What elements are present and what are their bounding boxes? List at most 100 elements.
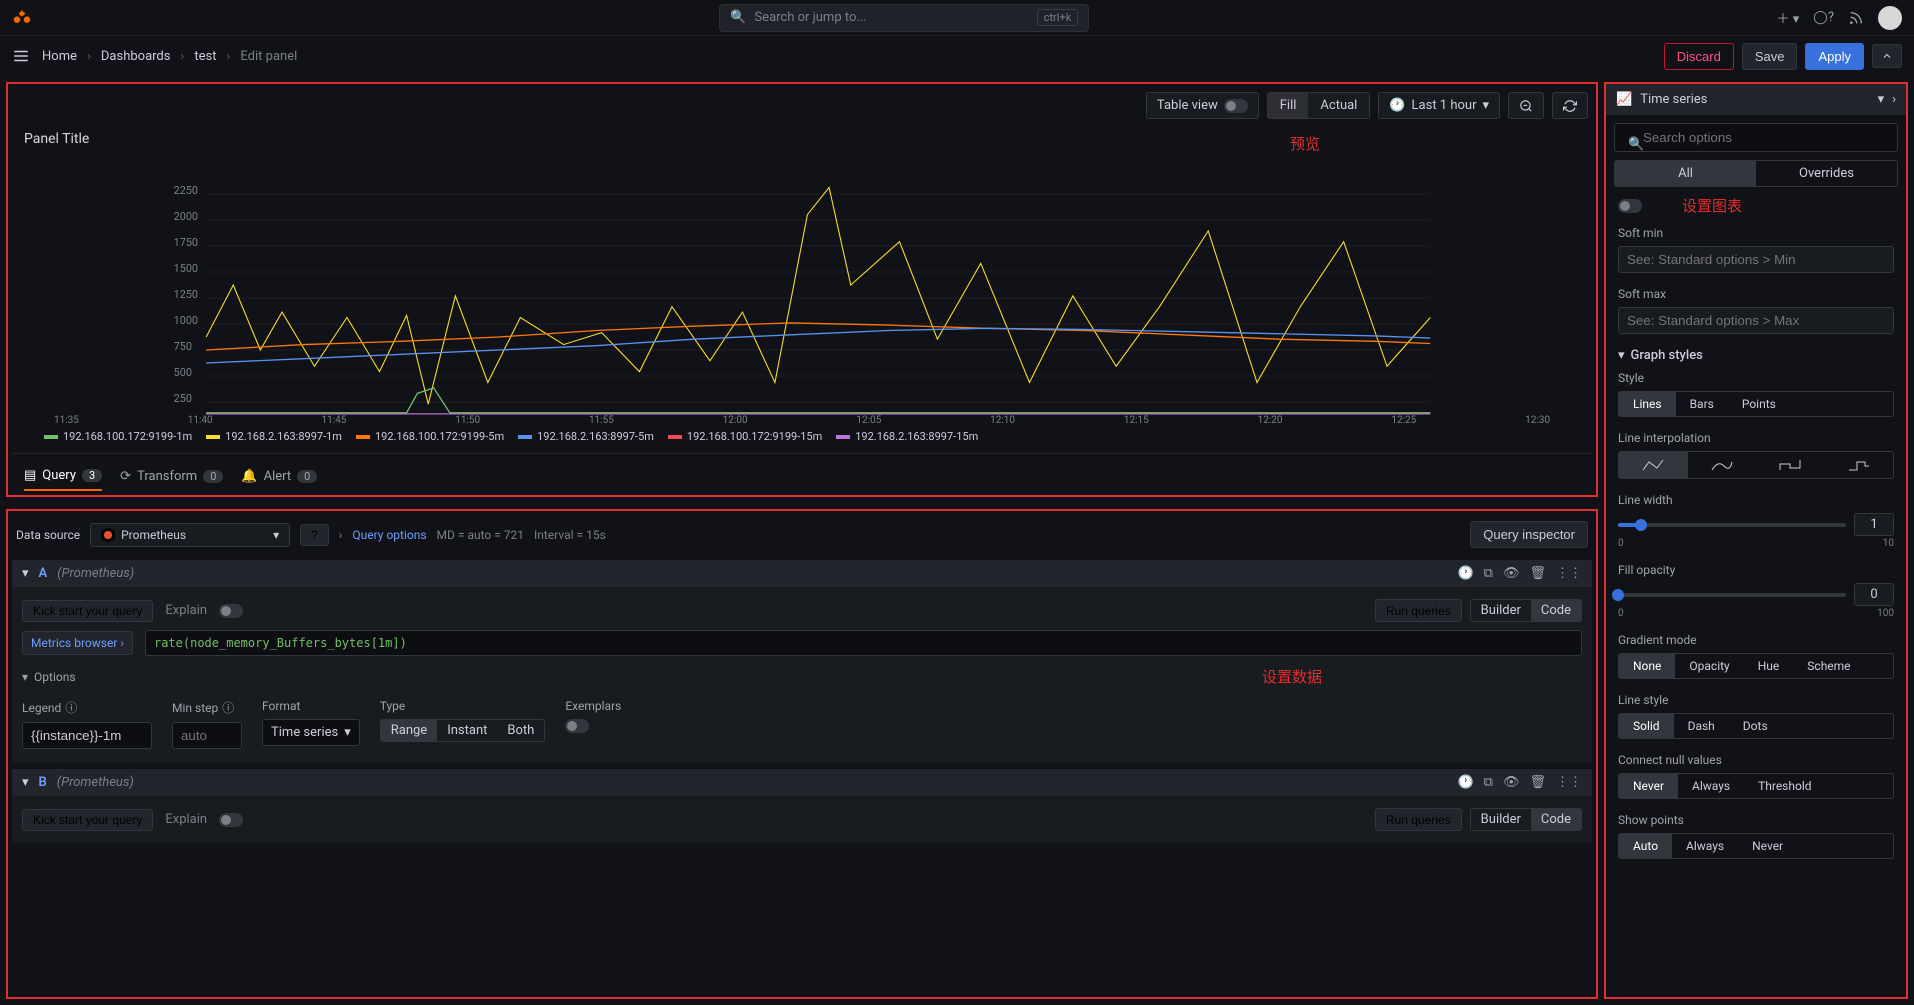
datasource-select[interactable]: Prometheus ▾ [90, 523, 290, 547]
user-avatar[interactable] [1878, 6, 1902, 30]
refresh-button[interactable] [1552, 92, 1588, 119]
explain-toggle[interactable] [219, 604, 243, 618]
style-points[interactable]: Points [1728, 392, 1790, 416]
clock-icon[interactable]: 🕐 [1457, 775, 1473, 790]
kickstart-button-b[interactable]: Kick start your query [22, 809, 153, 831]
info-icon[interactable]: ⓘ [222, 699, 234, 716]
format-select[interactable]: Time series▾ [262, 719, 360, 746]
eye-icon[interactable]: 👁 [1503, 566, 1520, 581]
query-letter-a[interactable]: A [39, 566, 48, 581]
tab-alert[interactable]: 🔔 Alert 0 [241, 462, 317, 491]
soft-max-input[interactable] [1618, 307, 1894, 334]
copy-icon[interactable]: ⧉ [1484, 566, 1493, 581]
options-search-input[interactable] [1614, 123, 1898, 152]
chevron-right-icon[interactable]: › [1892, 92, 1896, 107]
showpoints-auto[interactable]: Auto [1619, 834, 1672, 858]
tab-transform[interactable]: ⟳ Transform 0 [120, 462, 223, 491]
minstep-input[interactable] [172, 722, 242, 749]
table-view-toggle[interactable]: Table view [1146, 92, 1259, 119]
exemplars-toggle[interactable] [565, 719, 589, 733]
type-instant[interactable]: Instant [437, 720, 497, 741]
interp-stepafter-icon[interactable] [1825, 452, 1894, 478]
time-range-picker[interactable]: 🕐 Last 1 hour ▾ [1378, 92, 1500, 119]
tab-all[interactable]: All [1615, 161, 1756, 186]
zoom-out-button[interactable] [1508, 92, 1544, 119]
option-toggle[interactable] [1618, 199, 1642, 213]
linestyle-dots[interactable]: Dots [1729, 714, 1782, 738]
gradient-hue[interactable]: Hue [1744, 654, 1794, 678]
showpoints-never[interactable]: Never [1738, 834, 1797, 858]
interp-stepbefore-icon[interactable] [1756, 452, 1825, 478]
line-width-value[interactable]: 1 [1854, 513, 1894, 536]
crumb-dashboards[interactable]: Dashboards [101, 49, 171, 64]
code-mode-b[interactable]: Code [1531, 809, 1581, 830]
code-mode[interactable]: Code [1531, 600, 1581, 621]
gradient-scheme[interactable]: Scheme [1793, 654, 1864, 678]
query-letter-b[interactable]: B [39, 775, 47, 790]
gradient-none[interactable]: None [1619, 654, 1675, 678]
type-both[interactable]: Both [497, 720, 544, 741]
run-queries-button[interactable]: Run queries [1375, 599, 1462, 622]
viz-type-select[interactable]: Time series [1640, 92, 1869, 107]
fill-opacity-slider[interactable] [1618, 593, 1846, 597]
chevron-down-icon[interactable]: ▾ [22, 775, 29, 790]
info-icon[interactable]: ⓘ [65, 699, 77, 716]
time-series-chart[interactable]: 250500750 100012501500 175020002250 [24, 155, 1580, 415]
tab-query[interactable]: ▤ Query 3 [24, 462, 102, 491]
type-range[interactable]: Range [381, 720, 437, 741]
crumb-test[interactable]: test [194, 49, 216, 64]
search-icon: 🔍 [1628, 137, 1644, 152]
add-icon[interactable]: ＋ ▾ [1777, 8, 1800, 27]
showpoints-always[interactable]: Always [1672, 834, 1738, 858]
menu-icon[interactable] [12, 47, 30, 65]
save-button[interactable]: Save [1742, 43, 1798, 70]
trash-icon[interactable]: 🗑 [1529, 775, 1546, 790]
legend-input[interactable] [22, 722, 152, 749]
soft-min-input[interactable] [1618, 246, 1894, 273]
metrics-browser-button[interactable]: Metrics browser › [22, 631, 133, 655]
query-ds-a: (Prometheus) [57, 566, 134, 581]
connect-always[interactable]: Always [1678, 774, 1744, 798]
grafana-logo[interactable] [12, 8, 32, 28]
query-inspector-button[interactable]: Query inspector [1470, 521, 1588, 548]
rss-icon[interactable] [1848, 10, 1864, 26]
builder-mode[interactable]: Builder [1471, 600, 1531, 621]
trash-icon[interactable]: 🗑 [1529, 566, 1546, 581]
style-bars[interactable]: Bars [1676, 392, 1728, 416]
copy-icon[interactable]: ⧉ [1484, 775, 1493, 790]
query-expression-input[interactable]: rate(node_memory_Buffers_bytes[1m]) [145, 630, 1582, 656]
chevron-down-icon[interactable]: ▾ [22, 566, 29, 581]
linestyle-dash[interactable]: Dash [1674, 714, 1729, 738]
run-queries-button-b[interactable]: Run queries [1375, 808, 1462, 831]
help-icon[interactable]: ◯? [1813, 10, 1834, 25]
drag-icon[interactable]: ⋮⋮ [1556, 566, 1582, 581]
drag-icon[interactable]: ⋮⋮ [1556, 775, 1582, 790]
linestyle-solid[interactable]: Solid [1619, 714, 1674, 738]
connect-never[interactable]: Never [1619, 774, 1678, 798]
clock-icon[interactable]: 🕐 [1457, 566, 1473, 581]
explain-toggle-b[interactable] [219, 813, 243, 827]
interp-smooth-icon[interactable] [1688, 452, 1757, 478]
line-width-slider[interactable] [1618, 523, 1846, 527]
discard-button[interactable]: Discard [1664, 43, 1734, 70]
apply-button[interactable]: Apply [1805, 43, 1864, 70]
datasource-help-button[interactable]: ? [300, 524, 329, 546]
style-lines[interactable]: Lines [1619, 392, 1676, 416]
builder-mode-b[interactable]: Builder [1471, 809, 1531, 830]
global-search[interactable]: 🔍 Search or jump to... ctrl+k [719, 4, 1089, 32]
kickstart-button[interactable]: Kick start your query [22, 600, 153, 622]
chevron-up-icon[interactable] [1872, 44, 1902, 68]
graph-styles-section[interactable]: ▾Graph styles [1618, 348, 1894, 363]
fill-button[interactable]: Fill [1268, 93, 1309, 118]
query-options-link[interactable]: Query options [352, 528, 426, 542]
eye-icon[interactable]: 👁 [1503, 775, 1520, 790]
fill-opacity-value[interactable]: 0 [1854, 583, 1894, 606]
actual-button[interactable]: Actual [1308, 93, 1369, 118]
connect-threshold[interactable]: Threshold [1744, 774, 1825, 798]
crumb-home[interactable]: Home [42, 49, 77, 64]
interp-linear-icon[interactable] [1619, 452, 1688, 478]
options-toggle[interactable]: ▾Options 设置数据 [22, 660, 1582, 693]
gradient-opacity[interactable]: Opacity [1675, 654, 1743, 678]
tab-overrides[interactable]: Overrides [1756, 161, 1897, 186]
chevron-down-icon[interactable]: ▾ [1878, 92, 1885, 107]
